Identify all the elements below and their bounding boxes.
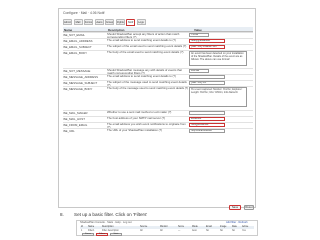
setting-name: ISE_EMAIL_ADDRESS bbox=[63, 39, 93, 43]
mini-filters-button[interactable]: Filters bbox=[96, 233, 108, 236]
step-number: 8. bbox=[60, 212, 64, 217]
setting-input[interactable]: localhost bbox=[189, 117, 225, 121]
setting-name: ISE_MESSAGE_ADDRESS bbox=[63, 75, 98, 79]
column-description-header: Description bbox=[108, 27, 125, 32]
setting-name: ISE_EMAIL_BODY bbox=[63, 51, 87, 55]
mini-cell: 1 bbox=[81, 229, 83, 232]
mini-zones-button[interactable]: Zones bbox=[82, 233, 94, 236]
tab-admin[interactable]: Admin bbox=[63, 19, 72, 25]
tab-bar: Admin Mail FormsUsersGroupsRightsNotif Logs bbox=[63, 19, 253, 26]
mini-column-header: Date bbox=[232, 226, 237, 228]
tab-label: Users bbox=[95, 21, 103, 24]
row-divider bbox=[63, 74, 253, 75]
mini-cell: — bbox=[178, 229, 181, 232]
mini-column-header: Source bbox=[140, 226, 148, 228]
setting-name: ISE_MESSAGE_SUBJECT bbox=[63, 81, 98, 85]
mini-cell: All bbox=[160, 229, 163, 232]
row-divider bbox=[63, 50, 253, 51]
setting-name: ISE_MAIL_MAILER bbox=[63, 111, 88, 115]
setting-input[interactable] bbox=[189, 75, 225, 79]
tab-logs[interactable]: Logs bbox=[136, 19, 146, 25]
tab-forms[interactable]: Forms bbox=[84, 19, 93, 25]
setting-input[interactable]: [ISE: %s] %n bbox=[189, 81, 225, 85]
setting-input[interactable] bbox=[189, 111, 225, 115]
setting-select[interactable]: FALSE bbox=[189, 69, 209, 73]
tab-label: Groups bbox=[106, 21, 113, 24]
save-button[interactable]: Save bbox=[229, 205, 241, 210]
mini-cell: All bbox=[140, 229, 143, 232]
mini-cell: Yes bbox=[242, 229, 246, 232]
tab-notif[interactable]: Notif bbox=[126, 19, 135, 26]
mini-column-header: Id bbox=[81, 226, 83, 228]
row-divider bbox=[63, 128, 253, 129]
setting-name: ISE_NOT_MESSAGE bbox=[63, 69, 91, 73]
setting-description: The host address of your SMTP mail serve… bbox=[107, 117, 166, 120]
setting-name: ISE_FROM_EMAIL bbox=[63, 123, 88, 127]
column-name-header: Name bbox=[64, 27, 73, 32]
step-instruction: Set up a basic filter. Click on 'Filters… bbox=[74, 212, 148, 217]
tab-groups[interactable]: Groups bbox=[105, 19, 114, 25]
tab-label: Logs bbox=[138, 21, 144, 24]
setting-textarea[interactable]: %n event captured: Monitor: %m%n; Explor… bbox=[189, 87, 247, 107]
setting-input[interactable]: notify@localhost bbox=[189, 39, 225, 43]
mini-cell: No bbox=[232, 229, 235, 232]
setting-description: The email address to send matching event… bbox=[107, 75, 176, 78]
setting-name: ISE_MAIL_HOST bbox=[63, 117, 85, 121]
tab-users[interactable]: Users bbox=[94, 19, 104, 25]
setting-input[interactable]: http://localhost/ise bbox=[189, 129, 225, 133]
setting-description: The body of the email used to send match… bbox=[107, 51, 184, 54]
mini-column-header: Email bbox=[206, 226, 212, 228]
tab-label: Notif bbox=[127, 21, 134, 24]
setting-name: ISE_NOT_EMAIL bbox=[63, 33, 85, 37]
setting-select[interactable]: TRUE bbox=[189, 33, 209, 37]
setting-input[interactable]: [ISE: %s] %Name %m bbox=[189, 45, 225, 49]
mini-column-header: Mode bbox=[192, 226, 198, 228]
tab-label: Admin bbox=[64, 21, 71, 24]
row-divider bbox=[63, 80, 253, 81]
mini-column-header: Active bbox=[242, 226, 249, 228]
mini-cell: No bbox=[206, 229, 209, 232]
mini-cell: No bbox=[220, 229, 223, 232]
mini-toolbar: ShadowPlan Console · Stats · Help · Log … bbox=[80, 221, 132, 224]
mini-cell: Filter description bbox=[102, 229, 119, 232]
setting-textarea[interactable]: An event has been detected on your insta… bbox=[189, 51, 247, 66]
tab-rights[interactable]: Rights bbox=[115, 19, 125, 25]
mini-column-header: Monitor bbox=[160, 226, 168, 228]
row-divider bbox=[63, 32, 253, 33]
setting-name: ISE_URL bbox=[63, 129, 75, 133]
mini-cell[interactable]: Filter1 bbox=[88, 230, 94, 232]
reset-button[interactable]: Reset bbox=[244, 205, 254, 210]
mini-stats-button[interactable]: Stats bbox=[110, 233, 122, 236]
tab-mail[interactable]: Mail bbox=[73, 19, 83, 25]
row-divider bbox=[63, 122, 253, 123]
row-divider bbox=[63, 38, 253, 39]
tab-label: Mail bbox=[75, 21, 81, 24]
tab-label: Forms bbox=[85, 21, 92, 24]
setting-description: Whether to use a sent mail method or exi… bbox=[107, 111, 172, 114]
mini-cell: Auto bbox=[192, 229, 197, 232]
setting-description: The body of the message used to send mat… bbox=[107, 87, 189, 90]
mini-column-header: Description bbox=[102, 226, 114, 228]
settings-panel: Configure · Mail · 4.06 Notif Admin Mail F… bbox=[58, 8, 256, 210]
row-divider bbox=[63, 110, 253, 111]
row-divider bbox=[63, 86, 253, 87]
mini-column-header: Name bbox=[88, 226, 95, 228]
breadcrumb: Configure · Mail · 4.06 Notif bbox=[63, 11, 105, 15]
setting-name: ISE_MESSAGE_BODY bbox=[63, 87, 93, 91]
tab-label: Rights bbox=[116, 21, 124, 24]
row-divider bbox=[63, 68, 253, 69]
mini-column-header: Score bbox=[178, 226, 185, 228]
row-divider bbox=[63, 44, 253, 45]
column-value-header: Value bbox=[194, 27, 202, 32]
setting-description: The URL of your ShadowPlan installation … bbox=[107, 129, 163, 132]
setting-name: ISE_EMAIL_SUBJECT bbox=[63, 45, 92, 49]
mini-column-header: Image bbox=[220, 226, 227, 228]
setting-input[interactable]: root@localhost bbox=[189, 123, 225, 127]
row-divider bbox=[63, 116, 253, 117]
setting-description: The email address to send matching event… bbox=[107, 39, 176, 42]
setting-description: The subject of the email used to send ma… bbox=[107, 45, 187, 48]
mini-links[interactable]: Add filter · Refresh bbox=[226, 221, 248, 224]
